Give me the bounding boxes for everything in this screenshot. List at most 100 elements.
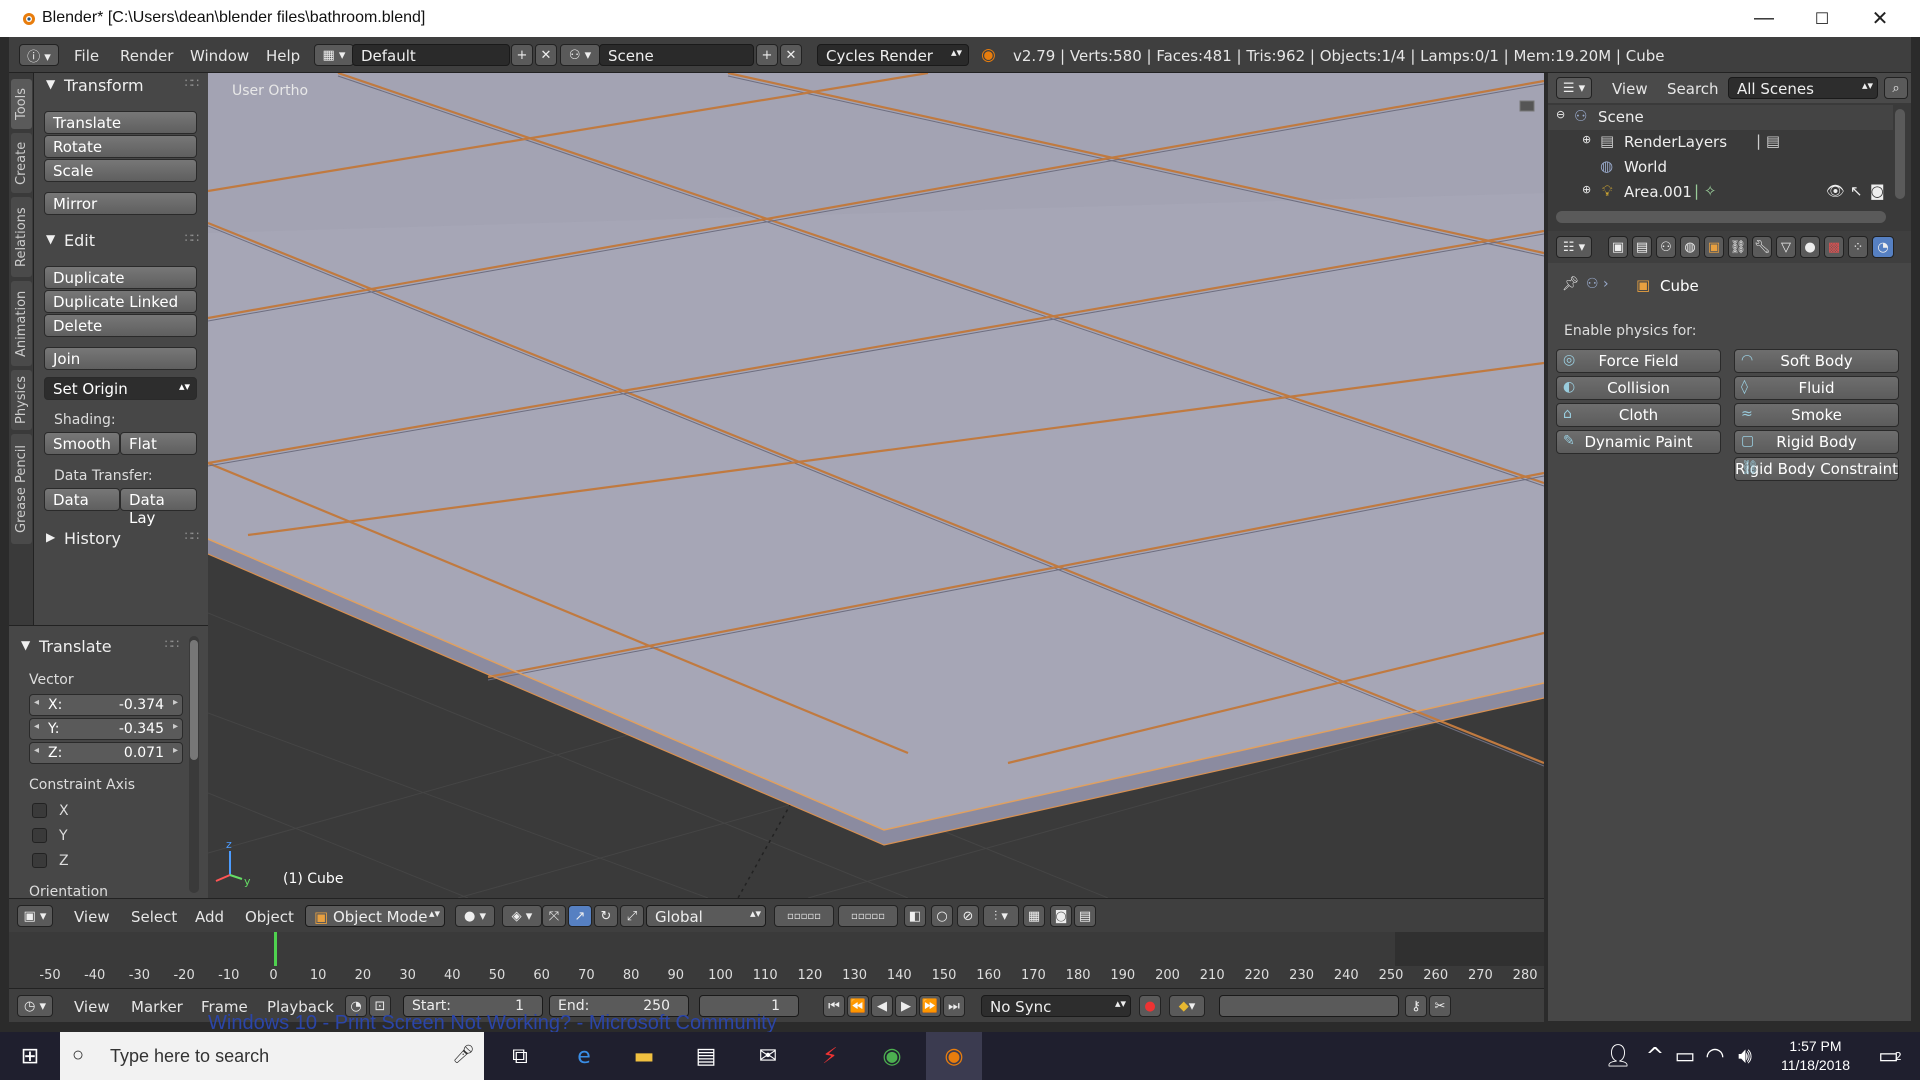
microphone-icon[interactable]: 🎤︎ xyxy=(452,1044,475,1065)
menu-object[interactable]: Object xyxy=(245,908,294,926)
render-engine-select[interactable]: Cycles Render ▴▾ xyxy=(817,44,969,66)
viewport-scene[interactable] xyxy=(208,73,1544,898)
record-icon[interactable]: ● xyxy=(1139,995,1161,1017)
close-button[interactable]: ✕ xyxy=(1851,0,1909,37)
add-scene-icon[interactable]: + xyxy=(756,44,778,66)
menu-view[interactable]: View xyxy=(74,908,110,926)
join-button[interactable]: Join xyxy=(44,347,197,370)
physics-tab-icon[interactable]: ◔ xyxy=(1872,236,1894,258)
menu-select[interactable]: Select xyxy=(131,908,177,926)
menu-search[interactable]: Search xyxy=(1667,80,1719,98)
tab-tools[interactable]: Tools xyxy=(11,79,32,129)
insert-keyframe-icon[interactable]: ⚷ xyxy=(1405,995,1427,1017)
viewport-shading-icon[interactable]: ● ▾ xyxy=(455,905,495,927)
minimize-button[interactable]: — xyxy=(1735,0,1793,37)
transform-orientation-select[interactable]: Global ▴▾ xyxy=(646,905,766,927)
snap-toggle-icon[interactable]: ⊘ xyxy=(957,905,979,927)
current-frame-marker[interactable] xyxy=(274,932,277,966)
expand-toggle-icon[interactable]: ⊕ xyxy=(1582,133,1591,146)
transform-panel-header[interactable]: ▼ Transform ∷∷ xyxy=(34,73,208,99)
3d-viewport[interactable]: z y xyxy=(208,73,1544,898)
pivot-point-icon[interactable]: ◈ ▾ xyxy=(502,905,542,927)
layers-grid-1-icon[interactable]: ▫▫▫▫▫ xyxy=(774,905,834,927)
menu-view[interactable]: View xyxy=(74,998,110,1016)
fluid-button[interactable]: ◊ Fluid xyxy=(1734,376,1899,400)
task-view-icon[interactable]: ⧉ xyxy=(492,1032,548,1080)
drag-grip-icon[interactable]: ∷∷ xyxy=(185,231,199,245)
remove-scene-icon[interactable]: ✕ xyxy=(780,44,802,66)
tab-relations[interactable]: Relations xyxy=(11,197,32,277)
scrollbar-thumb[interactable] xyxy=(190,640,198,760)
world-tab-icon[interactable]: ◍ xyxy=(1680,236,1700,258)
tab-create[interactable]: Create xyxy=(11,133,32,193)
play-reverse-icon[interactable]: ◀ xyxy=(871,995,893,1017)
data-lay-button[interactable]: Data Lay xyxy=(120,488,197,527)
outliner-item-renderlayers[interactable]: ⊕ ▤ RenderLayers | ▤ xyxy=(1548,130,1893,155)
delete-keyframe-icon[interactable]: ✂ xyxy=(1429,995,1451,1017)
rigid-body-button[interactable]: ▢ Rigid Body xyxy=(1734,430,1899,454)
renderlayers-tab-icon[interactable]: ▤ xyxy=(1632,236,1652,258)
expand-toggle-icon[interactable]: ⊖ xyxy=(1556,108,1565,121)
keyframe-type-icon[interactable]: ◆ ▾ xyxy=(1169,995,1205,1017)
vector-x-field[interactable]: ◂ X: -0.374 ▸ xyxy=(29,694,183,716)
menu-help[interactable]: Help xyxy=(266,47,300,65)
outliner-scrollbar[interactable] xyxy=(1895,109,1905,199)
duplicate-button[interactable]: Duplicate xyxy=(44,266,197,289)
constraint-x-checkbox[interactable] xyxy=(32,803,47,818)
material-tab-icon[interactable]: ● xyxy=(1800,236,1820,258)
editor-type-3dview-icon[interactable]: ▣ ▾ xyxy=(17,905,53,927)
history-panel-header[interactable]: ▶ History ∷∷ xyxy=(34,526,208,552)
proportional-edit-icon[interactable]: ○ xyxy=(931,905,953,927)
mail-icon[interactable]: ✉ xyxy=(740,1032,796,1080)
translate-manipulator-icon[interactable]: ↗ xyxy=(568,905,592,927)
store-icon[interactable]: ▤ xyxy=(678,1032,734,1080)
render-tab-icon[interactable]: ▣ xyxy=(1608,236,1628,258)
renderable-camera-icon[interactable]: ◙ xyxy=(1870,182,1885,200)
editor-type-properties-icon[interactable]: ☷ ▾ xyxy=(1556,236,1592,258)
dynamic-paint-button[interactable]: ✎ Dynamic Paint xyxy=(1556,430,1721,454)
menu-render[interactable]: Render xyxy=(120,47,173,65)
tab-animation[interactable]: Animation xyxy=(11,281,32,366)
edge-browser-icon[interactable]: e xyxy=(556,1032,612,1080)
smooth-button[interactable]: Smooth xyxy=(44,432,120,455)
flat-button[interactable]: Flat xyxy=(120,432,197,455)
render-animation-icon[interactable]: ▤ xyxy=(1074,905,1096,927)
menu-add[interactable]: Add xyxy=(195,908,224,926)
snap-target-icon[interactable]: ▦ xyxy=(1023,905,1045,927)
jump-start-icon[interactable]: ⏮ xyxy=(823,995,845,1017)
editor-type-outliner-icon[interactable]: ☰ ▾ xyxy=(1556,77,1592,99)
drag-grip-icon[interactable]: ∷∷ xyxy=(185,529,199,543)
outliner-item-area-lamp[interactable]: ⊕ 💡︎ Area.001 | ✧ 👁︎ ↖ ◙ xyxy=(1548,180,1893,205)
menu-window[interactable]: Window xyxy=(190,47,249,65)
set-origin-select[interactable]: Set Origin ▴▾ xyxy=(44,377,197,400)
menu-file[interactable]: File xyxy=(74,47,99,65)
editor-type-timeline-icon[interactable]: ◷ ▾ xyxy=(17,995,53,1017)
constraint-y-checkbox[interactable] xyxy=(32,828,47,843)
chrome-icon[interactable]: ◉ xyxy=(864,1032,920,1080)
outliner-hscrollbar[interactable] xyxy=(1556,211,1886,223)
translate-button[interactable]: Translate xyxy=(44,111,197,134)
rotate-manipulator-icon[interactable]: ↻ xyxy=(594,905,618,927)
interaction-mode-select[interactable]: ▣ Object Mode ▴▾ xyxy=(305,905,445,927)
screen-layout-field[interactable]: Default xyxy=(352,44,510,66)
outliner-item-world[interactable]: ◍ World xyxy=(1548,155,1893,180)
scene-field[interactable]: Scene xyxy=(599,44,754,66)
jump-keyframe-forward-icon[interactable]: ⏩ xyxy=(919,995,941,1017)
tab-grease-pencil[interactable]: Grease Pencil xyxy=(11,434,32,544)
rotate-button[interactable]: Rotate xyxy=(44,135,197,158)
constraints-tab-icon[interactable]: ⛓ xyxy=(1728,236,1748,258)
flash-app-icon[interactable]: ⚡ xyxy=(802,1032,858,1080)
vector-y-field[interactable]: ◂ Y: -0.345 ▸ xyxy=(29,718,183,740)
screen-layout-icon[interactable]: ▦ ▾ xyxy=(314,44,354,66)
vector-z-field[interactable]: ◂ Z: 0.071 ▸ xyxy=(29,742,183,764)
cloth-button[interactable]: ⌂ Cloth xyxy=(1556,403,1721,427)
scale-button[interactable]: Scale xyxy=(44,159,197,182)
scene-icon[interactable]: ⚇ ▾ xyxy=(560,44,600,66)
menu-view[interactable]: View xyxy=(1612,80,1648,98)
visibility-eye-icon[interactable]: 👁︎ xyxy=(1826,182,1845,200)
modifiers-tab-icon[interactable]: 🔧︎ xyxy=(1752,236,1772,258)
scene-tab-icon[interactable]: ⚇ xyxy=(1656,236,1676,258)
taskbar-search-box[interactable]: ○ Type here to search 🎤︎ xyxy=(60,1032,484,1080)
scale-manipulator-icon[interactable]: ⤢ xyxy=(620,905,644,927)
render-camera-icon[interactable]: ◙ xyxy=(1050,905,1072,927)
